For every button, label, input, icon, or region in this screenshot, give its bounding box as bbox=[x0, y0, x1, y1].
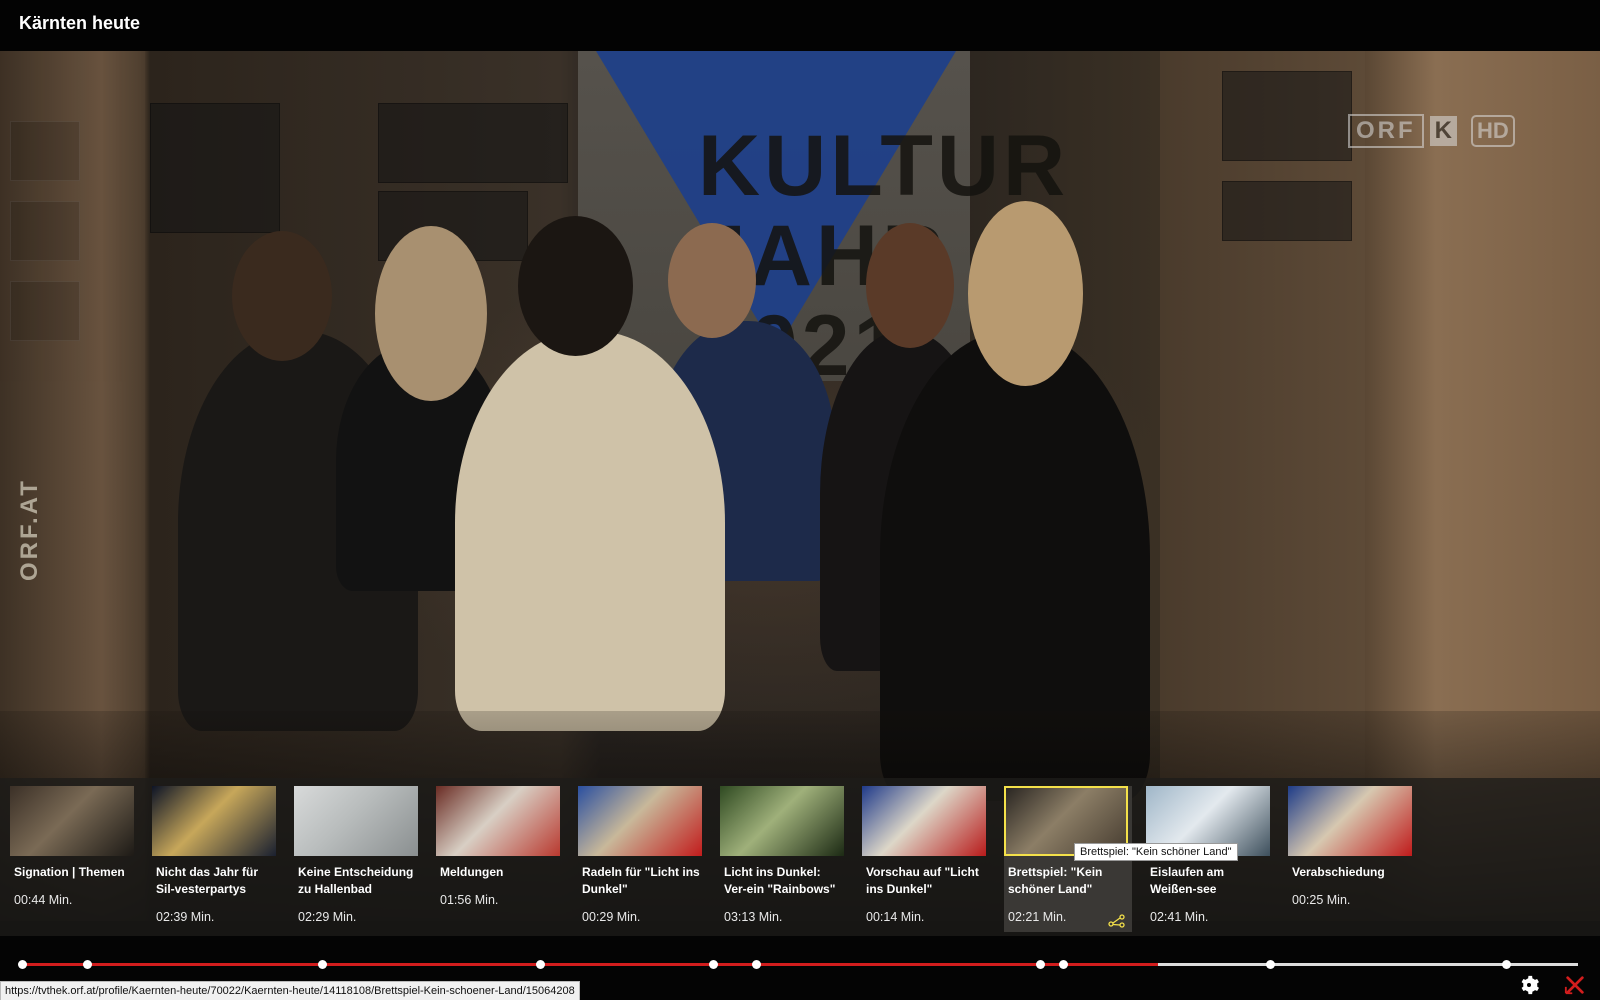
chapter-item[interactable]: Nicht das Jahr für Sil-vesterpartys 02:39… bbox=[152, 786, 280, 932]
chapter-thumbnail[interactable] bbox=[1288, 786, 1412, 856]
chapter-duration: 00:14 Min. bbox=[866, 910, 925, 924]
gear-icon[interactable] bbox=[1518, 974, 1540, 996]
timeline-chapter-marker[interactable] bbox=[1502, 960, 1512, 969]
chapter-thumbnail[interactable] bbox=[294, 786, 418, 856]
timeline-chapter-marker[interactable] bbox=[1058, 960, 1068, 969]
chapter-item[interactable]: Verabschiedung 00:25 Min. bbox=[1288, 786, 1416, 932]
chapter-duration: 02:39 Min. bbox=[156, 910, 215, 924]
chapter-title: Vorschau auf "Licht ins Dunkel" bbox=[866, 865, 979, 896]
chapter-duration: 02:41 Min. bbox=[1150, 910, 1209, 924]
chapter-title: Signation | Themen bbox=[14, 865, 125, 879]
timeline-chapter-marker[interactable] bbox=[1035, 960, 1045, 969]
chapter-duration: 02:21 Min. bbox=[1008, 910, 1067, 924]
timeline-chapter-marker[interactable] bbox=[18, 960, 27, 969]
chapter-item[interactable]: Licht ins Dunkel: Ver-ein "Rainbows" 03:1… bbox=[720, 786, 848, 932]
chapter-thumbnail[interactable] bbox=[578, 786, 702, 856]
timeline-chapter-marker[interactable] bbox=[318, 960, 328, 969]
status-bar-url: https://tvthek.orf.at/profile/Kaernten-h… bbox=[0, 981, 580, 1000]
timeline-chapter-marker[interactable] bbox=[83, 960, 93, 969]
timeline-chapter-marker[interactable] bbox=[1265, 960, 1275, 969]
chapter-duration: 02:29 Min. bbox=[298, 910, 357, 924]
chapter-tooltip: Brettspiel: "Kein schöner Land" bbox=[1074, 843, 1238, 861]
chapter-thumbnail[interactable] bbox=[436, 786, 560, 856]
timeline-chapter-marker[interactable] bbox=[708, 960, 718, 969]
chapter-title: Verabschiedung bbox=[1292, 865, 1385, 879]
share-icon[interactable] bbox=[1108, 914, 1126, 928]
close-icon[interactable] bbox=[1564, 974, 1586, 996]
chapter-strip: Signation | Themen 00:44 Min. Nicht das Ja… bbox=[0, 778, 1600, 936]
timeline-progress[interactable] bbox=[22, 963, 1158, 966]
chapter-thumbnail[interactable] bbox=[10, 786, 134, 856]
orf-at-watermark: ORF.AT bbox=[16, 478, 43, 581]
chapter-title: Nicht das Jahr für Sil-vesterpartys bbox=[156, 865, 259, 896]
chapter-item[interactable]: Radeln für "Licht ins Dunkel" 00:29 Min. bbox=[578, 786, 706, 932]
player-page: Kärnten heute KULTUR JAHR 2021 ORF K HD … bbox=[0, 0, 1600, 1000]
chapter-title: Brettspiel: "Kein schöner Land" bbox=[1008, 865, 1103, 896]
chapter-thumbnail[interactable] bbox=[720, 786, 844, 856]
chapter-duration: 03:13 Min. bbox=[724, 910, 783, 924]
chapter-title: Meldungen bbox=[440, 865, 504, 879]
timeline-chapter-marker[interactable] bbox=[752, 960, 762, 969]
page-title: Kärnten heute bbox=[19, 13, 141, 33]
chapter-title: Keine Entscheidung zu Hallenbad bbox=[298, 865, 414, 896]
chapter-thumbnail[interactable] bbox=[862, 786, 986, 856]
chapter-thumbnail[interactable] bbox=[152, 786, 276, 856]
chapter-duration: 00:29 Min. bbox=[582, 910, 641, 924]
chapter-title: Licht ins Dunkel: Ver-ein "Rainbows" bbox=[724, 865, 836, 896]
chapter-duration: 00:25 Min. bbox=[1292, 893, 1351, 907]
timeline-chapter-marker[interactable] bbox=[536, 960, 546, 969]
chapter-duration: 01:56 Min. bbox=[440, 893, 499, 907]
orf-k-hd-logo: ORF K HD bbox=[1348, 114, 1515, 148]
chapter-duration: 00:44 Min. bbox=[14, 893, 73, 907]
chapter-item[interactable]: Vorschau auf "Licht ins Dunkel" 00:14 Min… bbox=[862, 786, 990, 932]
chapter-item[interactable]: Meldungen 01:56 Min. bbox=[436, 786, 564, 932]
chapter-title: Radeln für "Licht ins Dunkel" bbox=[582, 865, 700, 896]
chapter-item[interactable]: Keine Entscheidung zu Hallenbad 02:29 Min… bbox=[294, 786, 422, 932]
title-bar: Kärnten heute bbox=[0, 0, 1600, 51]
chapter-title: Eislaufen am Weißen-see bbox=[1150, 865, 1225, 896]
chapter-item[interactable]: Signation | Themen 00:44 Min. bbox=[10, 786, 138, 932]
